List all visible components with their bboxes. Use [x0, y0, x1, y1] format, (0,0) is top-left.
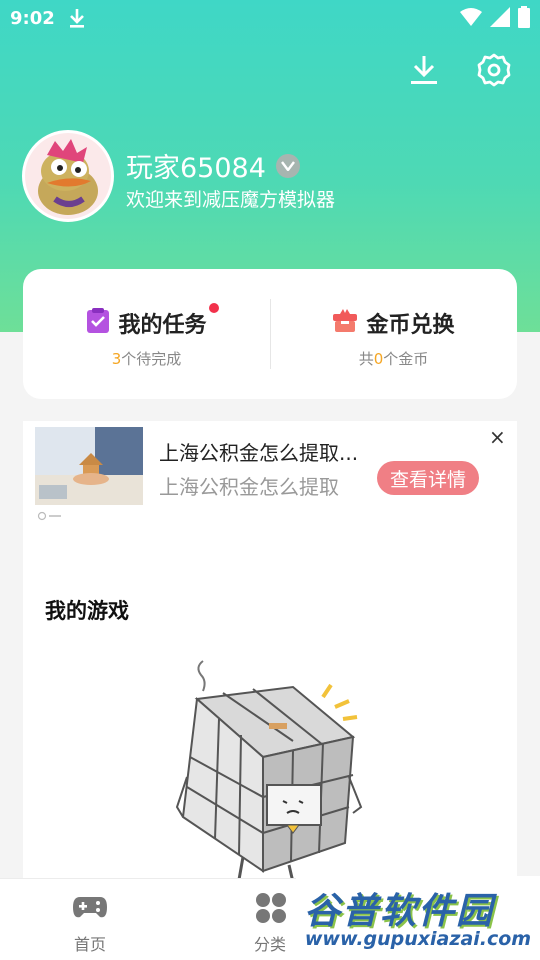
- watermark-url: www.gupuxiazai.com: [304, 928, 532, 950]
- username-text: 玩家65084: [126, 153, 266, 184]
- ad-view-details-button[interactable]: 查看详情: [377, 461, 479, 495]
- task-coin-card: 我的任务 3个待完成 金币兑换 共0个金币: [23, 269, 517, 399]
- download-icon[interactable]: [406, 52, 442, 88]
- my-games-title: 我的游戏: [45, 599, 129, 623]
- pending-tasks-text: 3个待完成: [111, 350, 182, 368]
- status-icons: [460, 6, 530, 32]
- ad-title[interactable]: 上海公积金怎么提取...: [159, 437, 358, 466]
- user-avatar[interactable]: [22, 130, 114, 222]
- task-icon: [86, 308, 110, 338]
- username: 玩家65084: [126, 146, 300, 185]
- download-notification-icon: [66, 6, 88, 34]
- status-bar: 9:02: [0, 0, 540, 36]
- ad-image[interactable]: [35, 427, 143, 505]
- ad-description[interactable]: 上海公积金怎么提取: [159, 471, 339, 500]
- my-tasks-title: 我的任务: [118, 303, 219, 339]
- settings-gear-icon[interactable]: [476, 52, 512, 88]
- coin-count-text: 共0个金币: [358, 350, 429, 368]
- nav-home[interactable]: 首页: [0, 879, 180, 960]
- notification-dot: [208, 303, 219, 313]
- nav-home-label: 首页: [73, 935, 106, 954]
- status-time: 9:02: [10, 8, 55, 29]
- ad-logo-mark: [37, 511, 63, 524]
- pending-count: 3: [111, 350, 122, 368]
- watermark-title: 谷普软件园: [304, 891, 495, 932]
- category-grid-icon: [252, 891, 288, 923]
- my-tasks-button[interactable]: 我的任务 3个待完成: [23, 269, 270, 399]
- battery-icon: [518, 6, 530, 32]
- signal-icon: [490, 7, 510, 31]
- coin-count: 0: [373, 350, 384, 368]
- main-panel: 上海公积金怎么提取... 上海公积金怎么提取 查看详情 × 我的游戏: [23, 421, 517, 892]
- ad-close-button[interactable]: ×: [489, 425, 506, 449]
- gamepad-icon: [72, 891, 108, 923]
- wifi-icon: [460, 7, 482, 31]
- gift-icon: [332, 309, 358, 337]
- site-watermark: 谷普软件园 www.gupuxiazai.com: [296, 876, 540, 960]
- empty-cube-illustration: [173, 657, 373, 892]
- coin-exchange-button[interactable]: 金币兑换 共0个金币: [270, 269, 517, 399]
- welcome-text: 欢迎来到减压魔方模拟器: [126, 189, 336, 211]
- vip-level-icon[interactable]: [275, 153, 300, 178]
- coin-exchange-title: 金币兑换: [366, 313, 455, 338]
